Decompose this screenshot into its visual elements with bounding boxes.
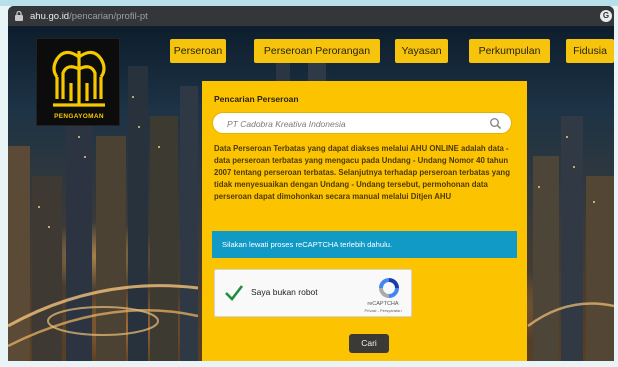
company-search-input[interactable] — [227, 116, 487, 131]
panel-description: Data Perseroan Terbatas yang dapat diaks… — [214, 144, 510, 202]
recaptcha-brand: reCAPTCHA — [367, 301, 399, 307]
checkmark-icon[interactable] — [224, 283, 244, 303]
search-panel: Pencarian Perseroan Data Perseroan Terba… — [202, 81, 527, 361]
search-icon[interactable] — [489, 117, 502, 130]
logo-text: PENGAYOMAN — [54, 113, 104, 120]
search-submit-button[interactable]: Cari — [349, 334, 389, 353]
nav-perseroan-perorangan[interactable]: Perseroan Perorangan — [254, 39, 380, 63]
nav-fidusia[interactable]: Fidusia — [566, 39, 614, 63]
url-path: /pencarian/profil-pt — [69, 10, 148, 22]
panel-title: Pencarian Perseroan — [214, 94, 299, 104]
recaptcha-privacy-links[interactable]: Privasi - Persyaratan — [359, 308, 407, 313]
url-host: ahu.go.id — [30, 10, 70, 22]
main-nav: Perseroan Perseroan Perorangan Yayasan P… — [8, 39, 614, 65]
browser-window: ahu.go.id/pencarian/profil-pt G PENGAYOM… — [8, 6, 614, 361]
lock-icon — [15, 10, 23, 21]
nav-yayasan[interactable]: Yayasan — [395, 39, 448, 63]
recaptcha-notice: Silakan lewati proses reCAPTCHA terlebih… — [212, 231, 517, 258]
nav-perkumpulan[interactable]: Perkumpulan — [469, 39, 550, 63]
recaptcha-label[interactable]: Saya bukan robot — [251, 287, 318, 297]
address-bar[interactable]: ahu.go.id/pencarian/profil-pt G — [8, 6, 614, 26]
recaptcha-widget: Saya bukan robot reCAPTCHA Privasi - Per… — [214, 269, 412, 317]
nav-perseroan[interactable]: Perseroan — [170, 39, 226, 63]
search-box[interactable] — [212, 112, 512, 134]
recaptcha-logo-icon — [379, 278, 399, 298]
google-account-icon[interactable]: G — [600, 10, 612, 22]
page-content: PENGAYOMAN Perseroan Perseroan Peroranga… — [8, 26, 614, 361]
